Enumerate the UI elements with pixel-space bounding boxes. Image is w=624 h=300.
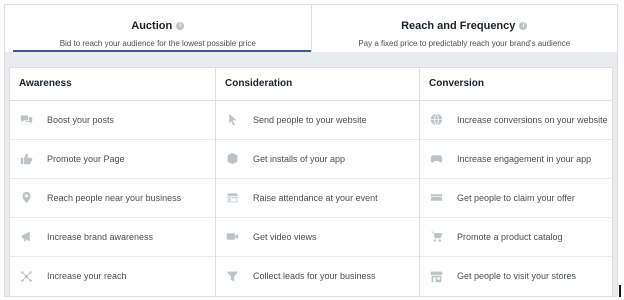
objective-product-catalog[interactable]: Promote a product catalog: [420, 218, 612, 257]
column-heading: Conversion: [420, 68, 612, 101]
funnel-icon: [225, 269, 239, 283]
objective-brand-awareness[interactable]: Increase brand awareness: [10, 218, 215, 257]
megaphone-icon: [19, 230, 33, 244]
column-consideration: Consideration Send people to your websit…: [215, 68, 419, 296]
objective-label: Increase brand awareness: [47, 231, 154, 242]
tab-auction[interactable]: Auction i Bid to reach your audience for…: [5, 5, 311, 52]
tab-reach-and-frequency[interactable]: Reach and Frequency i Pay a fixed price …: [310, 5, 618, 52]
column-heading: Awareness: [10, 68, 215, 101]
column-heading: Consideration: [216, 68, 419, 101]
objective-increase-reach[interactable]: Increase your reach: [10, 257, 215, 296]
objective-label: Get people to visit your stores: [457, 271, 577, 282]
info-icon[interactable]: i: [176, 22, 185, 30]
objective-label: Send people to your website: [253, 114, 367, 125]
objective-label: Get installs of your app: [253, 153, 346, 164]
objective-reach-nearby[interactable]: Reach people near your business: [10, 179, 215, 218]
cube-icon: [225, 152, 239, 166]
text-cursor: [619, 285, 621, 297]
objective-app-engagement[interactable]: Increase engagement in your app: [420, 140, 612, 179]
objective-offer-claims[interactable]: Get people to claim your offer: [420, 179, 612, 218]
tab-reach-frequency-subtitle: Pay a fixed price to predictably reach y…: [358, 39, 571, 48]
globe-icon: [429, 113, 443, 127]
objective-label: Get people to claim your offer: [457, 192, 575, 203]
objective-label: Get video views: [253, 231, 317, 242]
tab-reach-frequency-title: Reach and Frequency: [401, 20, 516, 32]
gamepad-icon: [429, 152, 443, 166]
ticket-icon: [429, 191, 443, 205]
objective-label: Increase your reach: [47, 271, 127, 282]
storefront-icon: [429, 269, 443, 283]
speech-bubbles-icon: [19, 113, 33, 127]
objective-website-traffic[interactable]: Send people to your website: [216, 101, 419, 140]
objective-store-visits[interactable]: Get people to visit your stores: [420, 257, 612, 296]
objective-website-conversions[interactable]: Increase conversions on your website: [420, 101, 612, 140]
shopping-cart-icon: [429, 230, 443, 244]
snowflake-icon: [19, 269, 33, 283]
objective-label: Increase engagement in your app: [457, 153, 592, 164]
info-icon[interactable]: i: [519, 22, 528, 30]
objective-label: Increase conversions on your website: [457, 114, 608, 125]
map-pin-icon: [19, 191, 33, 205]
column-awareness: Awareness Boost your posts Promote your …: [10, 68, 215, 296]
objective-label: Collect leads for your business: [253, 271, 376, 282]
objective-lead-generation[interactable]: Collect leads for your business: [216, 257, 419, 296]
buying-type-tabs: Auction i Bid to reach your audience for…: [5, 5, 617, 52]
column-conversion: Conversion Increase conversions on your …: [419, 68, 612, 296]
objective-event-responses[interactable]: Raise attendance at your event: [216, 179, 419, 218]
video-camera-icon: [225, 230, 239, 244]
objectives-panel: Awareness Boost your posts Promote your …: [9, 67, 613, 297]
thumbs-up-icon: [19, 152, 33, 166]
objective-label: Promote your Page: [47, 153, 125, 164]
objective-promote-page[interactable]: Promote your Page: [10, 140, 215, 179]
tab-auction-subtitle: Bid to reach your audience for the lowes…: [59, 39, 256, 48]
objective-selector: Auction i Bid to reach your audience for…: [4, 4, 618, 297]
calendar-icon: [225, 191, 239, 205]
objective-app-installs[interactable]: Get installs of your app: [216, 140, 419, 179]
objective-boost-posts[interactable]: Boost your posts: [10, 101, 215, 140]
objective-label: Promote a product catalog: [457, 231, 563, 242]
objective-label: Reach people near your business: [47, 192, 182, 203]
objective-label: Raise attendance at your event: [253, 192, 378, 203]
objective-label: Boost your posts: [47, 114, 115, 125]
tab-auction-title: Auction: [131, 20, 173, 32]
cursor-arrow-icon: [225, 113, 239, 127]
objective-video-views[interactable]: Get video views: [216, 218, 419, 257]
